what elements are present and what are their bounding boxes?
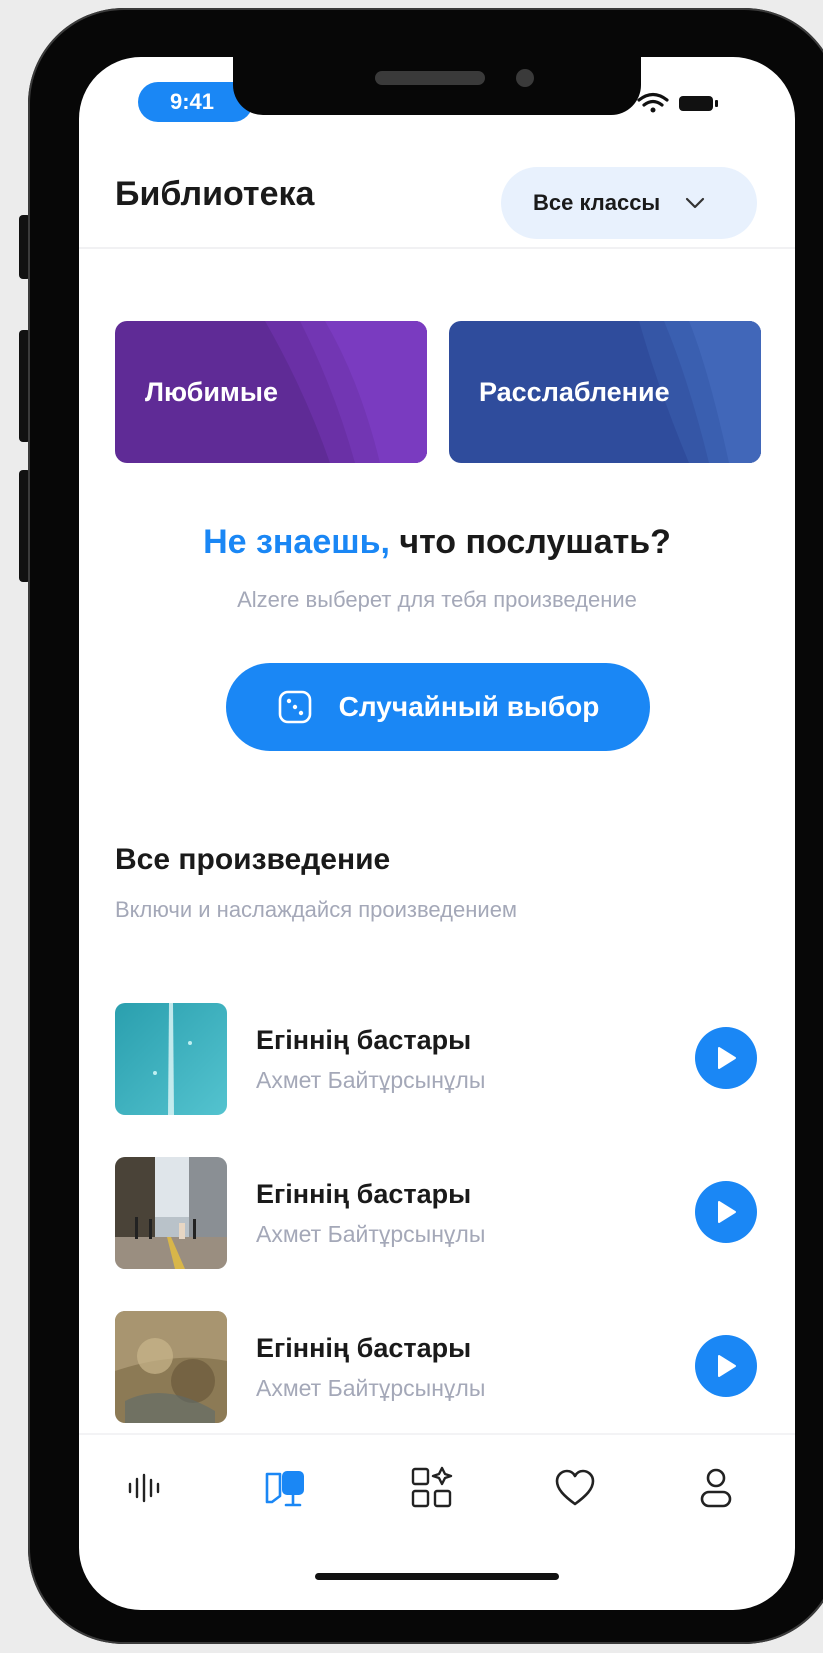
category-card-favorites[interactable]: Любимые — [115, 321, 427, 463]
play-icon — [718, 1047, 736, 1069]
prompt-accent: Не знаешь, — [203, 523, 390, 561]
chevron-down-icon — [686, 197, 705, 209]
random-choice-label: Случайный выбор — [338, 691, 600, 722]
track-row[interactable]: Егіннің бастары Ахмет Байтұрсынұлы — [115, 1157, 759, 1269]
track-title: Егіннің бастары — [256, 1333, 472, 1363]
track-cover-image — [115, 1003, 227, 1115]
class-select-label: Все классы — [533, 190, 661, 215]
tab-player[interactable] — [119, 1463, 169, 1513]
tab-profile[interactable] — [691, 1463, 741, 1513]
profile-icon — [700, 1468, 732, 1508]
tab-favorites[interactable] — [550, 1463, 600, 1513]
play-button[interactable] — [695, 1181, 757, 1243]
track-cover-image — [115, 1311, 227, 1423]
camera — [516, 69, 534, 87]
track-author: Ахмет Байтұрсынұлы — [256, 1221, 486, 1247]
section-title: Все произведение — [115, 843, 391, 876]
track-author: Ахмет Байтұрсынұлы — [256, 1067, 486, 1093]
category-label-favorites: Любимые — [145, 376, 278, 407]
home-indicator — [315, 1573, 559, 1580]
section-subtitle: Включи и наслаждайся произведением — [115, 897, 518, 922]
speaker — [375, 71, 485, 85]
prompt-rest: что послушать? — [389, 523, 671, 561]
categories-icon — [411, 1466, 453, 1508]
track-title: Егіннің бастары — [256, 1025, 472, 1055]
app-screen: 9:41 Библиотека Все классы Любимые Рассл… — [79, 57, 795, 1610]
dice-icon — [278, 690, 311, 724]
play-icon — [718, 1201, 736, 1223]
random-choice-button[interactable]: Случайный выбор — [226, 663, 650, 751]
track-cover-image — [115, 1157, 227, 1269]
notch — [233, 57, 641, 115]
play-icon — [718, 1355, 736, 1377]
play-button[interactable] — [695, 1027, 757, 1089]
heart-icon — [555, 1469, 595, 1506]
battery-icon — [679, 96, 718, 111]
tab-bar — [79, 1433, 795, 1545]
track-title: Егіннің бастары — [256, 1179, 472, 1209]
page-title: Библиотека — [115, 175, 315, 213]
track-row[interactable]: Егіннің бастары Ахмет Байтұрсынұлы — [115, 1311, 759, 1423]
random-prompt-heading: Не знаешь, что послушать? — [79, 523, 795, 562]
track-author: Ахмет Байтұрсынұлы — [256, 1375, 486, 1401]
wifi-icon — [637, 92, 669, 113]
header-divider — [79, 247, 795, 249]
class-select-dropdown[interactable]: Все классы — [501, 167, 757, 239]
tab-library[interactable] — [262, 1463, 312, 1513]
track-row[interactable]: Егіннің бастары Ахмет Байтұрсынұлы — [115, 1003, 759, 1115]
random-prompt-subtitle: Alzere выберет для тебя произведение — [237, 587, 637, 612]
tab-categories[interactable] — [407, 1463, 457, 1513]
play-button[interactable] — [695, 1335, 757, 1397]
category-label-relax: Расслабление — [479, 376, 670, 407]
category-card-relax[interactable]: Расслабление — [449, 321, 761, 463]
library-book-icon — [265, 1471, 304, 1507]
waveform-icon — [128, 1473, 160, 1503]
